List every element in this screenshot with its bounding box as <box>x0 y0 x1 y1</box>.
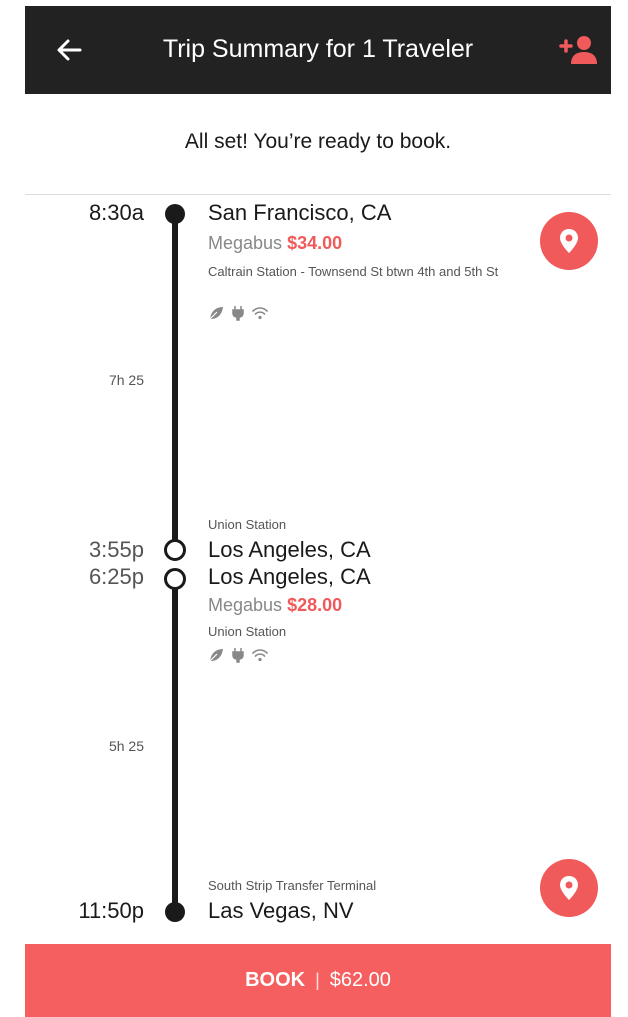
leg-2-amenities <box>208 646 268 664</box>
timeline-line-leg-1 <box>172 214 178 547</box>
leg-1-arrive-time: 3:55p <box>88 537 144 562</box>
leaf-icon <box>209 649 223 662</box>
leg-1-depart-city: San Francisco, CA <box>208 200 392 225</box>
leg-2-depart-station: Union Station <box>208 624 287 639</box>
plug-icon <box>232 648 244 663</box>
leg-1-duration: 7h 25 <box>108 372 144 388</box>
book-button[interactable]: BOOK | $62.00 <box>25 944 611 1017</box>
timeline-stop-dot <box>165 902 185 922</box>
timeline-line-leg-2 <box>172 578 178 912</box>
leg-1-depart-time: 8:30a <box>88 200 144 225</box>
plug-icon <box>232 306 244 321</box>
leg-1-price: $34.00 <box>287 233 343 253</box>
leg-1-arrive-station: Union Station <box>208 517 287 532</box>
trip-summary-screen: Trip Summary for 1 Traveler All set! You… <box>25 6 611 1017</box>
add-person-icon <box>559 36 597 64</box>
leg-1-map-button[interactable] <box>540 212 598 270</box>
leg-1-carrier: Megabus $34.00 <box>208 233 342 254</box>
wifi-icon <box>252 649 268 662</box>
timeline-stop-dot <box>164 539 186 561</box>
leg-2-arrive-station: South Strip Transfer Terminal <box>208 878 377 893</box>
timeline-stop-dot <box>165 204 185 224</box>
page-title: Trip Summary for 1 Traveler <box>162 35 474 63</box>
carrier-name: Megabus <box>208 233 283 253</box>
leg-2-carrier: Megabus $28.00 <box>208 595 342 616</box>
leg-2-depart-city: Los Angeles, CA <box>208 564 371 589</box>
leg-2-arrive-city: Las Vegas, NV <box>208 898 354 923</box>
leg-2-depart-time: 6:25p <box>88 564 144 589</box>
divider <box>25 194 611 195</box>
wifi-icon <box>252 307 268 320</box>
arrow-left-icon <box>57 39 82 61</box>
leg-2-arrive-time: 11:50p <box>78 898 144 923</box>
leg-1-amenities <box>208 304 268 322</box>
leg-2-price: $28.00 <box>287 595 343 615</box>
header-bar: Trip Summary for 1 Traveler <box>25 6 611 94</box>
book-total-price: $62.00 <box>329 969 391 991</box>
add-traveler-button[interactable] <box>557 28 601 72</box>
book-separator: | <box>315 970 320 990</box>
leg-2-duration: 5h 25 <box>108 738 144 754</box>
leg-1-arrive-city: Los Angeles, CA <box>208 537 371 562</box>
map-pin-icon <box>560 229 578 253</box>
timeline-stop-dot <box>164 568 186 590</box>
ready-to-book-message: All set! You’re ready to book. <box>184 130 452 153</box>
leaf-icon <box>209 307 223 320</box>
carrier-name: Megabus <box>208 595 283 615</box>
leg-1-depart-station: Caltrain Station - Townsend St btwn 4th … <box>208 264 499 279</box>
book-label: BOOK <box>245 969 306 991</box>
map-pin-icon <box>560 876 578 900</box>
back-button[interactable] <box>49 30 89 70</box>
leg-2-map-button[interactable] <box>540 859 598 917</box>
